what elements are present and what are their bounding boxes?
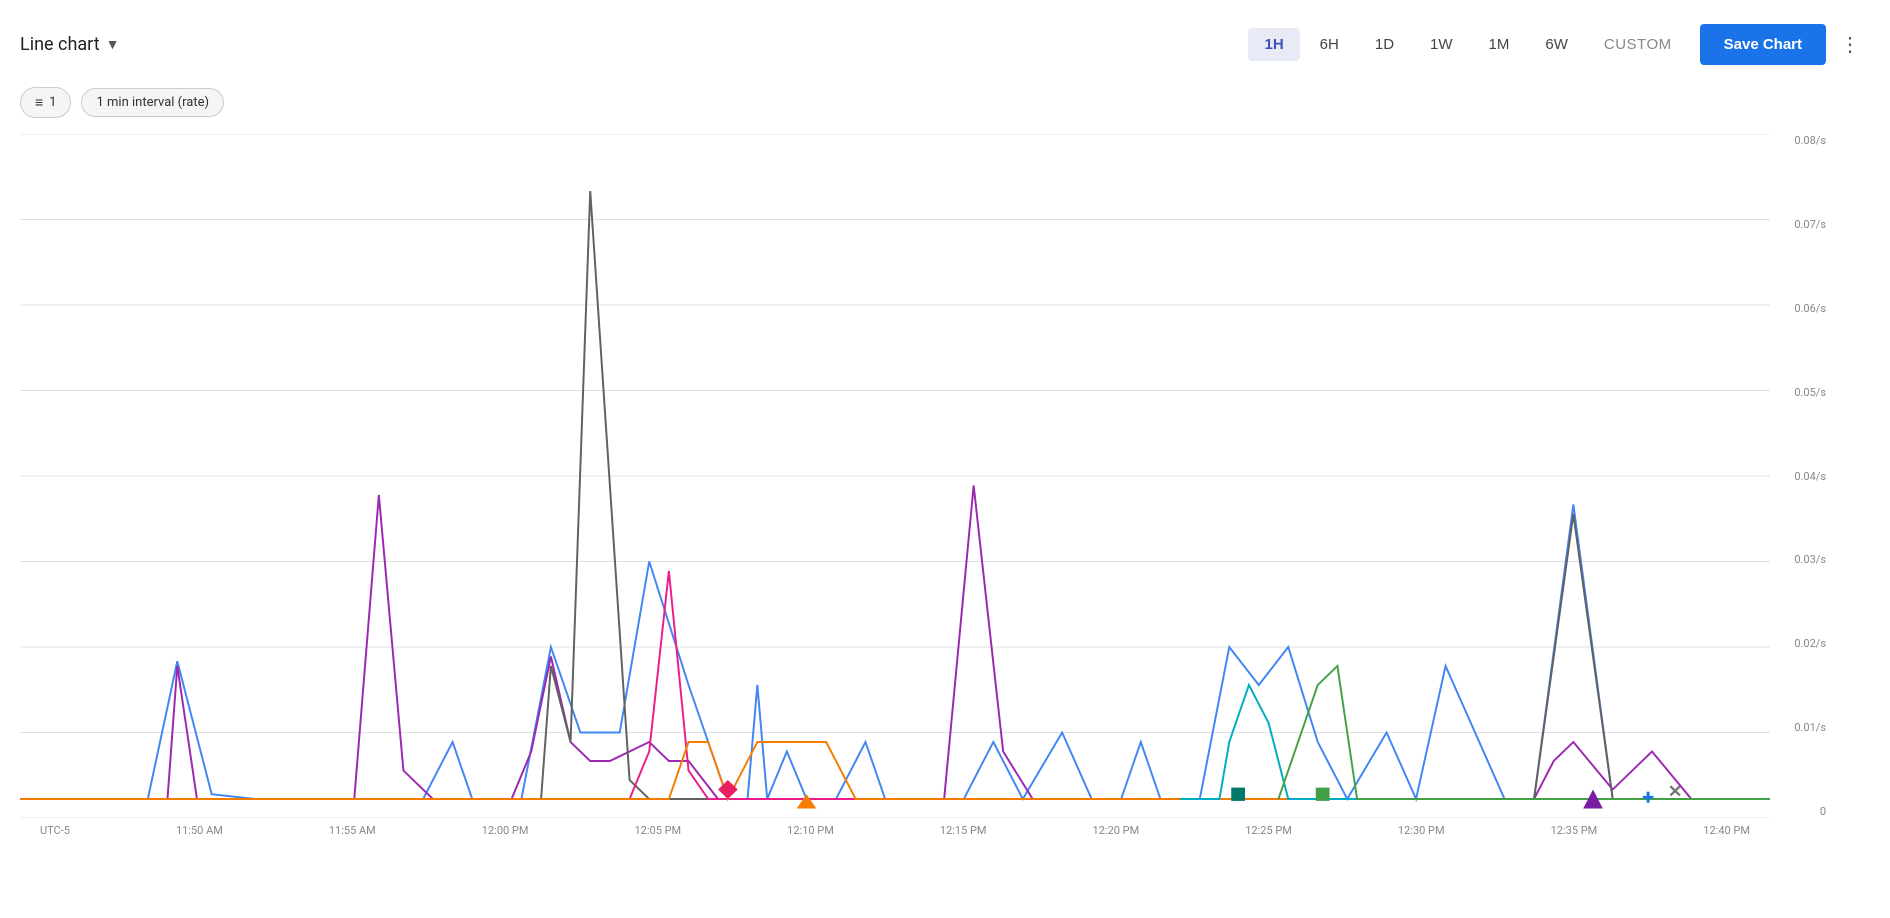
time-btn-1m[interactable]: 1M — [1473, 28, 1526, 61]
y-label-004: 0.04/s — [1770, 470, 1830, 483]
y-label-005: 0.05/s — [1770, 386, 1830, 399]
interval-pill[interactable]: 1 min interval (rate) — [81, 88, 224, 117]
x-label-1235: 12:35 PM — [1551, 824, 1598, 837]
marker-square-green — [1316, 788, 1330, 801]
x-label-1155: 11:55 AM — [329, 824, 376, 837]
y-axis-labels: 0 0.01/s 0.02/s 0.03/s 0.04/s 0.05/s 0.0… — [1770, 134, 1830, 818]
time-btn-1h[interactable]: 1H — [1248, 28, 1299, 61]
interval-label: 1 min interval (rate) — [96, 95, 209, 110]
x-axis-labels: UTC-5 11:50 AM 11:55 AM 12:00 PM 12:05 P… — [20, 818, 1770, 858]
more-options-button[interactable]: ⋮ — [1830, 24, 1870, 65]
chart-type-selector[interactable]: Line chart ▼ — [20, 34, 119, 55]
x-label-1210: 12:10 PM — [787, 824, 834, 837]
marker-square-teal — [1231, 788, 1245, 801]
filter-icon: ≡ — [35, 94, 43, 111]
marker-diamond-pink — [718, 780, 738, 799]
x-label-utc: UTC-5 — [40, 824, 70, 837]
chart-type-label: Line chart — [20, 34, 100, 55]
y-label-007: 0.07/s — [1770, 218, 1830, 231]
x-label-1220: 12:20 PM — [1093, 824, 1140, 837]
marker-plus-blue: + — [1642, 786, 1654, 811]
chart-svg: + ✕ — [20, 134, 1770, 818]
time-btn-1d[interactable]: 1D — [1359, 28, 1410, 61]
marker-x-gray: ✕ — [1668, 782, 1683, 802]
time-btn-custom[interactable]: CUSTOM — [1588, 28, 1688, 61]
y-label-006: 0.06/s — [1770, 302, 1830, 315]
filter-pill[interactable]: ≡ 1 — [20, 87, 71, 118]
y-label-008: 0.08/s — [1770, 134, 1830, 147]
filter-count: 1 — [49, 95, 56, 110]
time-btn-6h[interactable]: 6H — [1304, 28, 1355, 61]
chart-container: + ✕ 0 0.01/s 0.02/s 0.03/s 0.04/s 0.05/s… — [20, 134, 1830, 858]
top-bar: Line chart ▼ 1H 6H 1D 1W 1M 6W CUSTOM Sa… — [0, 0, 1890, 80]
x-label-1225: 12:25 PM — [1245, 824, 1292, 837]
save-chart-button[interactable]: Save Chart — [1700, 24, 1826, 65]
x-label-1215: 12:15 PM — [940, 824, 987, 837]
y-label-003: 0.03/s — [1770, 553, 1830, 566]
time-btn-1w[interactable]: 1W — [1414, 28, 1469, 61]
y-label-001: 0.01/s — [1770, 721, 1830, 734]
y-label-002: 0.02/s — [1770, 637, 1830, 650]
time-btn-6w[interactable]: 6W — [1529, 28, 1584, 61]
x-label-1200: 12:00 PM — [482, 824, 529, 837]
marker-triangle-orange — [797, 794, 817, 808]
x-label-1205: 12:05 PM — [634, 824, 681, 837]
x-label-1240: 12:40 PM — [1703, 824, 1750, 837]
chart-area: + ✕ 0 0.01/s 0.02/s 0.03/s 0.04/s 0.05/s… — [0, 134, 1890, 918]
chart-type-dropdown-icon: ▼ — [106, 36, 120, 53]
x-label-1230: 12:30 PM — [1398, 824, 1445, 837]
second-bar: ≡ 1 1 min interval (rate) — [0, 80, 1890, 124]
y-label-0: 0 — [1770, 805, 1830, 818]
x-label-1150: 11:50 AM — [176, 824, 223, 837]
right-controls: 1H 6H 1D 1W 1M 6W CUSTOM Save Chart ⋮ — [1248, 24, 1870, 65]
left-controls: Line chart ▼ — [20, 34, 119, 55]
